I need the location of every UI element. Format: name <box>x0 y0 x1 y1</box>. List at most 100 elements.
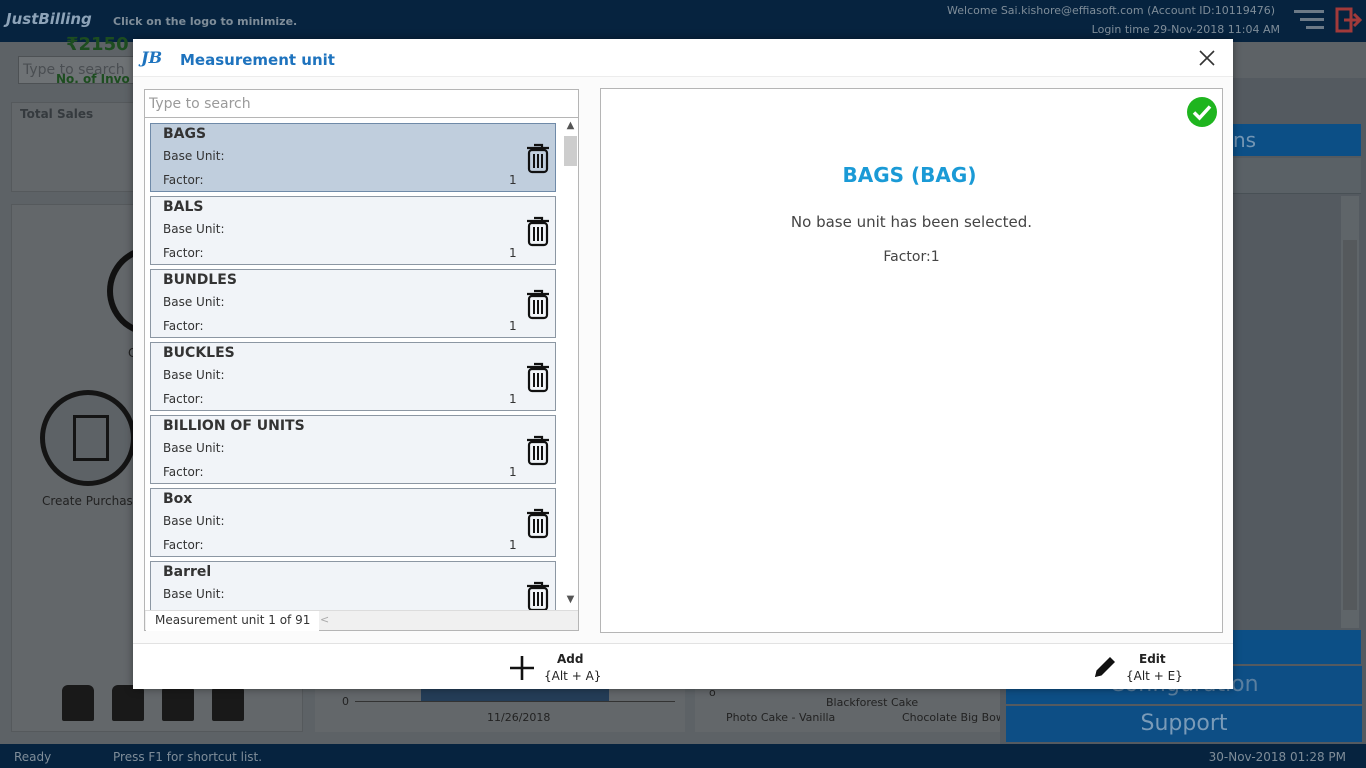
app-logo[interactable]: JustBilling <box>6 10 92 28</box>
pie-label-blackforest: Blackforest Cake <box>826 696 919 709</box>
factor-value: 1 <box>509 173 517 187</box>
logo-hint: Click on the logo to minimize. <box>113 15 298 28</box>
unit-list-item[interactable]: BILLION OF UNITS Base Unit: Factor: 1 <box>150 415 556 484</box>
right-panel-nav-block[interactable] <box>1233 630 1361 664</box>
scroll-up-arrow-icon[interactable]: ▲ <box>563 120 578 134</box>
create-purchase-button[interactable] <box>40 390 136 486</box>
factor-value: 1 <box>509 465 517 479</box>
status-datetime: 30-Nov-2018 01:28 PM <box>1208 750 1346 764</box>
record-count-label: Measurement unit 1 of 91 <box>146 611 320 631</box>
edit-shortcut-label: {Alt + E} <box>1126 669 1183 683</box>
factor-value: 1 <box>509 319 517 333</box>
base-unit-label: Base Unit: <box>163 587 225 601</box>
factor-label: Factor: <box>163 173 204 187</box>
right-panel-scroll-thumb[interactable] <box>1343 240 1357 610</box>
pie-label-photo-cake: Photo Cake - Vanilla <box>726 711 836 724</box>
payment-icon[interactable] <box>212 685 244 721</box>
hamburger-menu-icon[interactable] <box>1294 10 1324 30</box>
scroll-down-arrow-icon[interactable]: ▼ <box>563 594 578 608</box>
plus-icon <box>510 656 534 680</box>
trash-icon[interactable] <box>525 507 551 539</box>
factor-label: Factor: <box>163 465 204 479</box>
unit-name: Barrel <box>163 564 212 580</box>
unit-list-footer: Measurement unit 1 of 91 < <box>145 610 578 631</box>
unit-detail-panel: BAGS (BAG) No base unit has been selecte… <box>600 88 1223 633</box>
edit-button-label: Edit <box>1139 652 1166 666</box>
dialog-title: Measurement unit <box>180 51 335 69</box>
unit-list-item[interactable]: BarrelBase Unit:Factor:1 <box>150 561 556 610</box>
pie-label-chocolate: Chocolate Big Bow C <box>902 711 1017 724</box>
logout-icon[interactable] <box>1334 6 1362 34</box>
add-button-label: Add <box>557 652 584 666</box>
unit-name: BILLION OF UNITS <box>163 418 305 434</box>
sales-chart-zero-tick: 0 <box>342 695 349 708</box>
factor-label: Factor: <box>163 319 204 333</box>
scroll-thumb[interactable] <box>564 136 577 166</box>
unit-name: BALS <box>163 199 204 215</box>
sales-chart-axis <box>355 701 675 702</box>
trash-icon[interactable] <box>525 580 551 610</box>
unit-name: BUCKLES <box>163 345 235 361</box>
pencil-icon <box>1095 657 1115 677</box>
dialog-footer: Add {Alt + A} Edit {Alt + E} <box>133 643 1233 689</box>
right-panel-header-text: ns <box>1233 128 1257 152</box>
edit-button[interactable]: Edit {Alt + E} <box>1091 650 1191 686</box>
unit-list: BAGS Base Unit: Factor: 1 BALS Base Unit: Fact… <box>145 120 561 610</box>
factor-label: Factor: <box>163 246 204 260</box>
status-ready: Ready <box>14 750 52 764</box>
status-shortcut-hint: Press F1 for shortcut list. <box>113 750 263 764</box>
login-time: Login time 29-Nov-2018 11:04 AM <box>1091 23 1280 36</box>
right-panel-subheader <box>1233 158 1361 194</box>
factor-value: 1 <box>509 392 517 406</box>
unit-list-item[interactable]: BUCKLES Base Unit: Factor: 1 <box>150 342 556 411</box>
unit-list-panel: BAGS Base Unit: Factor: 1 BALS Base Unit: Fact… <box>144 89 579 631</box>
factor-label: Factor: <box>163 392 204 406</box>
trash-icon[interactable] <box>525 215 551 247</box>
close-icon[interactable] <box>1198 49 1216 67</box>
unit-list-item[interactable]: Box Base Unit: Factor: 1 <box>150 488 556 557</box>
unit-list-item[interactable]: BAGS Base Unit: Factor: 1 <box>150 123 556 192</box>
base-unit-label: Base Unit: <box>163 295 225 309</box>
detail-base-unit-text: No base unit has been selected. <box>790 213 1033 231</box>
unit-list-item[interactable]: BALS Base Unit: Factor: 1 <box>150 196 556 265</box>
factor-value: 1 <box>509 538 517 552</box>
add-button[interactable]: Add {Alt + A} <box>507 650 607 686</box>
nav-support[interactable]: Support <box>1006 706 1362 742</box>
total-sales-label: Total Sales <box>20 107 94 121</box>
sales-chart-bar <box>421 688 609 702</box>
unit-name: BAGS <box>163 126 207 142</box>
sales-chart-date-tick: 11/26/2018 <box>487 711 551 724</box>
trash-icon[interactable] <box>525 434 551 466</box>
create-purchase-label: Create Purchase <box>42 494 141 508</box>
delivery-icon[interactable] <box>162 685 194 721</box>
unit-search-input[interactable] <box>145 90 578 118</box>
customer-icon[interactable] <box>62 685 94 721</box>
unit-list-item[interactable]: BUNDLES Base Unit: Factor: 1 <box>150 269 556 338</box>
welcome-text: Welcome Sai.kishore@effiasoft.com (Accou… <box>947 4 1275 17</box>
base-unit-label: Base Unit: <box>163 368 225 382</box>
jb-logo-icon: JB <box>141 48 163 67</box>
bottom-shortcut-icons <box>62 685 262 729</box>
total-sales-value: ₹2150 <box>66 34 129 55</box>
base-unit-label: Base Unit: <box>163 222 225 236</box>
invoices-label: No. of Invo <box>56 72 130 86</box>
measurement-unit-dialog: JB Measurement unit BAGS Base Unit: Factor… <box>133 39 1233 689</box>
check-circle-icon[interactable] <box>1186 96 1218 128</box>
unit-list-scrollbar[interactable]: ▲ ▼ <box>563 120 578 610</box>
factor-label: Factor: <box>163 538 204 552</box>
base-unit-label: Base Unit: <box>163 441 225 455</box>
detail-factor-text: Factor:1 <box>883 249 940 265</box>
detail-unit-title: BAGS (BAG) <box>842 163 977 187</box>
trash-icon[interactable] <box>525 361 551 393</box>
unit-name: Box <box>163 491 193 507</box>
factor-value: 1 <box>509 246 517 260</box>
scroll-left-arrow-icon[interactable]: < <box>320 613 329 626</box>
trash-icon[interactable] <box>525 288 551 320</box>
base-unit-label: Base Unit: <box>163 149 225 163</box>
base-unit-label: Base Unit: <box>163 514 225 528</box>
trash-icon[interactable] <box>525 142 551 174</box>
unit-name: BUNDLES <box>163 272 237 288</box>
gift-icon[interactable] <box>112 685 144 721</box>
dialog-header: JB Measurement unit <box>133 39 1233 77</box>
add-shortcut-label: {Alt + A} <box>544 669 602 683</box>
